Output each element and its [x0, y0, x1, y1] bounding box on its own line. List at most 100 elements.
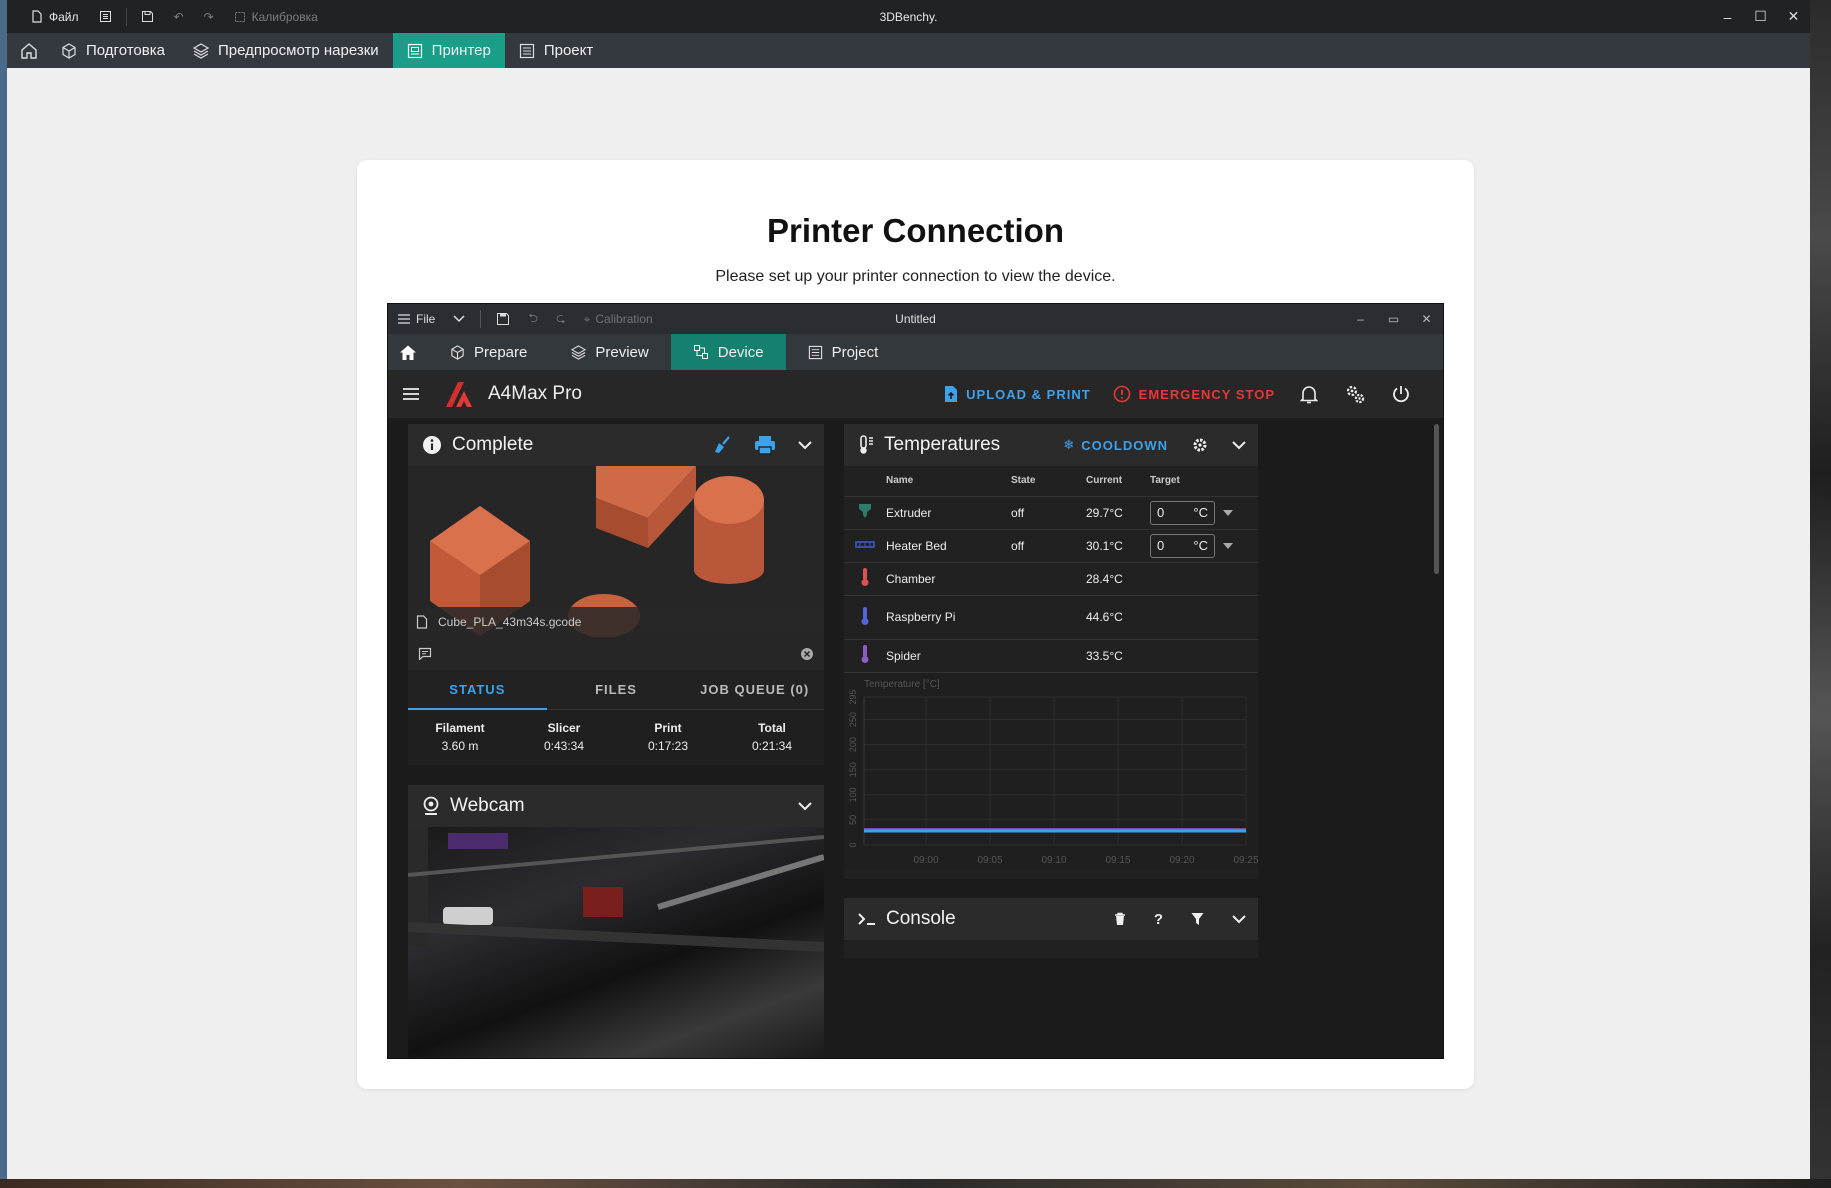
device-header: A4Max Pro UPLOAD & PRINT EMERGENCY STOP — [388, 370, 1443, 418]
file-menu-label: Файл — [49, 9, 79, 24]
stat-label: Slicer — [547, 721, 581, 735]
console-panel-header: Console ? — [844, 898, 1258, 940]
save-button[interactable] — [131, 0, 164, 33]
printer-name: A4Max Pro — [488, 383, 582, 404]
main-nav: Подготовка Предпросмотр нарезки Принтер … — [7, 33, 1810, 68]
target-value: 0 — [1157, 538, 1165, 553]
file-icon — [416, 615, 428, 629]
calibration-button[interactable]: Калибровка — [224, 0, 328, 33]
temperatures-panel: Temperatures ❄ COOLDOWN Name State Curre… — [844, 424, 1259, 879]
redo-button[interactable]: ↷ — [194, 0, 224, 33]
close-button[interactable]: ✕ — [1777, 0, 1810, 33]
table-row: Raspberry Pi 44.6°C — [844, 595, 1258, 640]
snowflake-icon: ❄ — [1063, 437, 1076, 452]
calibration-label: Калибровка — [251, 9, 318, 24]
temperatures-panel-title: Temperatures — [884, 434, 1001, 455]
tab-project-label: Проект — [543, 42, 594, 59]
window-title: 3DBenchy. — [879, 9, 938, 24]
col-name: Name — [886, 466, 1011, 497]
chevron-down-icon — [1232, 914, 1246, 923]
tab-files: FILES — [595, 682, 637, 697]
tab-preview[interactable]: Предпросмотр нарезки — [179, 33, 393, 68]
tab-project[interactable]: Проект — [505, 33, 607, 68]
title-bar: Файл ↶ ↷ Калибровка 3DBenchy. – ☐ ✕ — [7, 0, 1810, 33]
temperature-chart-svg: Temperature [°C] 0 50 100 150 200 250 295 09:00 0… — [848, 679, 1259, 866]
comment-row — [408, 637, 824, 670]
y-axis-label: Temperature [°C] — [864, 679, 940, 690]
printer-icon — [407, 43, 422, 58]
target-unit: °C — [1193, 538, 1208, 553]
filter-icon — [1191, 913, 1204, 925]
redo-icon: ↷ — [203, 9, 214, 24]
stat-value: 0:17:23 — [647, 739, 689, 753]
temperature-chart: Temperature [°C] 0 50 100 150 200 250 295 09:00 0… — [844, 672, 1259, 869]
chevron-down-icon — [453, 315, 465, 323]
emergency-stop-button: EMERGENCY STOP — [1113, 385, 1275, 403]
device-window-title: Untitled — [895, 312, 936, 326]
table-row: Heater Bed off 30.1°C 0 °C — [844, 529, 1258, 563]
sensor-state — [1011, 595, 1086, 640]
stat-value: 0:43:34 — [543, 739, 585, 753]
printer-logo-icon — [446, 382, 472, 407]
calibration-icon: ⌖ — [583, 311, 591, 326]
alert-circle-icon — [1113, 385, 1130, 403]
thermometer-icon — [861, 568, 869, 586]
sensor-state: off — [1011, 496, 1086, 530]
list-button[interactable] — [89, 0, 122, 33]
device-chevron — [444, 304, 474, 334]
device-save — [487, 304, 519, 334]
device-file-label: File — [416, 312, 436, 326]
tab-printer[interactable]: Принтер — [392, 33, 505, 68]
project-icon — [519, 43, 534, 58]
x-tick-label: 09:05 — [977, 855, 1002, 866]
dashboard-scrollbar — [1434, 424, 1439, 574]
device-home — [388, 334, 428, 370]
webcam-icon — [423, 796, 439, 815]
x-tick-label: 09:10 — [1041, 855, 1066, 866]
toolbar-separator — [125, 7, 127, 26]
device-icon — [693, 345, 708, 359]
file-row: Cube_PLA_43m34s.gcode — [408, 607, 824, 637]
console-panel-title: Console — [886, 908, 956, 929]
sensor-name: Extruder — [886, 496, 1011, 530]
x-tick-label: 09:20 — [1169, 855, 1194, 866]
printer-brand: A4Max Pro — [444, 380, 582, 408]
webcam-panel: Webcam — [408, 785, 824, 1058]
home-icon — [400, 345, 416, 360]
upload-print-label: UPLOAD & PRINT — [966, 386, 1091, 402]
minimize-button[interactable]: – — [1711, 0, 1744, 33]
target-value: 0 — [1157, 505, 1165, 520]
status-panel: Complete Cube_PLA_43m34s.gcode STATUS FI… — [408, 424, 824, 765]
desktop-background-left — [0, 0, 7, 1188]
stat-value: 3.60 m — [441, 739, 479, 753]
layers-icon — [192, 42, 209, 59]
col-target: Target — [1150, 466, 1258, 497]
device-tab-preview-label: Preview — [595, 343, 649, 361]
sensor-state: off — [1011, 529, 1086, 563]
tab-job-queue: JOB QUEUE (0) — [700, 682, 810, 697]
home-button[interactable] — [11, 33, 47, 68]
extruder-icon — [859, 504, 871, 518]
broom-icon — [715, 436, 730, 453]
device-redo: ⮎ — [547, 304, 575, 334]
desktop-background-bottom — [0, 1179, 1831, 1188]
info-icon — [423, 436, 441, 454]
maximize-button[interactable]: ☐ — [1744, 0, 1777, 33]
caret-down-icon — [1223, 509, 1233, 516]
bell-icon — [1300, 386, 1318, 404]
file-icon — [32, 10, 42, 23]
tab-prepare[interactable]: Подготовка — [47, 33, 179, 68]
undo-button[interactable]: ↶ — [164, 0, 194, 33]
power-icon — [1393, 386, 1409, 403]
sensor-name: Heater Bed — [886, 529, 1011, 563]
sensor-current: 44.6°C — [1086, 595, 1150, 640]
tab-status: STATUS — [408, 670, 547, 710]
app-window: Файл ↶ ↷ Калибровка 3DBenchy. – ☐ ✕ Подг… — [7, 0, 1810, 1179]
print-thumbnail: Cube_PLA_43m34s.gcode — [408, 466, 824, 637]
target-unit: °C — [1193, 505, 1208, 520]
status-panel-title: Complete — [452, 434, 534, 455]
device-tab-device-label: Device — [717, 343, 764, 361]
file-menu[interactable]: Файл — [21, 0, 89, 33]
caret-down-icon — [1223, 542, 1233, 549]
page-subtitle: Please set up your printer connection to… — [715, 268, 1116, 285]
